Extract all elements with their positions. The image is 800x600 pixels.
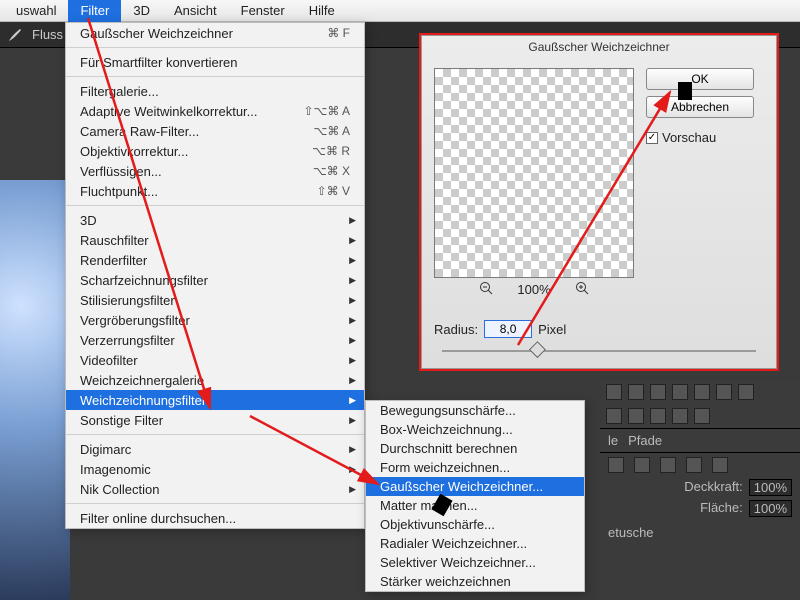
menu-item-verfluessigen[interactable]: Verflüssigen...⌥⌘ X (66, 161, 364, 181)
menubar-item-auswahl[interactable]: uswahl (4, 0, 68, 22)
panel-icon[interactable] (628, 384, 644, 400)
panel-icon[interactable] (716, 384, 732, 400)
submenu-item-matter-machen[interactable]: Matter machen... (366, 496, 584, 515)
menubar-item-hilfe[interactable]: Hilfe (297, 0, 347, 22)
submenu-item-objektivunschaerfe[interactable]: Objektivunschärfe... (366, 515, 584, 534)
opacity-value[interactable]: 100% (749, 479, 792, 496)
preview-checkbox[interactable]: ✓ Vorschau (646, 130, 754, 145)
menu-item-cameraraw[interactable]: Camera Raw-Filter...⌥⌘ A (66, 121, 364, 141)
dialog-title: Gaußscher Weichzeichner (422, 36, 776, 58)
menu-item-3d[interactable]: 3D (66, 210, 364, 230)
fill-value[interactable]: 100% (749, 500, 792, 517)
check-icon: ✓ (646, 132, 658, 144)
menubar-item-ansicht[interactable]: Ansicht (162, 0, 229, 22)
submenu-item-box-weichzeichnung[interactable]: Box-Weichzeichnung... (366, 420, 584, 439)
menu-item-renderfilter[interactable]: Renderfilter (66, 250, 364, 270)
radius-input[interactable] (484, 320, 532, 338)
panel-icon[interactable] (606, 384, 622, 400)
panel-tab-kanaele[interactable]: le (608, 433, 618, 448)
submenu-item-bewegungsunschaerfe[interactable]: Bewegungsunschärfe... (366, 401, 584, 420)
panel-icon[interactable] (712, 457, 728, 473)
panel-icon[interactable] (672, 384, 688, 400)
menu-item-digimarc[interactable]: Digimarc (66, 439, 364, 459)
zoom-in-icon[interactable] (575, 281, 589, 298)
slider-thumb-icon[interactable] (529, 341, 546, 358)
panel-icon[interactable] (628, 408, 644, 424)
panel-icon[interactable] (660, 457, 676, 473)
panel-icon[interactable] (650, 384, 666, 400)
filter-menu: Gaußscher Weichzeichner⌘ F Für Smartfilt… (65, 22, 365, 529)
menu-item-weitwinkel[interactable]: Adaptive Weitwinkelkorrektur...⇧⌥⌘ A (66, 101, 364, 121)
right-panel: le Pfade Deckkraft: 100% Fläche: 100% et… (600, 380, 800, 600)
zoom-out-icon[interactable] (479, 281, 493, 298)
dialog-preview[interactable] (434, 68, 634, 278)
submenu-item-radialer-weichzeichner[interactable]: Radialer Weichzeichner... (366, 534, 584, 553)
ok-button[interactable]: OK (646, 68, 754, 90)
menu-item-last-filter[interactable]: Gaußscher Weichzeichner⌘ F (66, 23, 364, 43)
weichzeichnungsfilter-submenu: Bewegungsunschärfe... Box-Weichzeichnung… (365, 400, 585, 592)
menu-item-objektivkorrektur[interactable]: Objektivkorrektur...⌥⌘ R (66, 141, 364, 161)
panel-icon[interactable] (694, 408, 710, 424)
menubar-item-filter[interactable]: Filter (68, 0, 121, 22)
opacity-label: Deckkraft: (684, 479, 743, 496)
submenu-item-selektiver-weichzeichner[interactable]: Selektiver Weichzeichner... (366, 553, 584, 572)
menu-item-scharfzeichnungsfilter[interactable]: Scharfzeichnungsfilter (66, 270, 364, 290)
brush-icon (6, 26, 24, 44)
radius-label: Radius: (434, 322, 478, 337)
options-flow-label: Fluss (32, 27, 63, 42)
panel-icon[interactable] (634, 457, 650, 473)
radius-unit: Pixel (538, 322, 566, 337)
menu-item-rauschfilter[interactable]: Rauschfilter (66, 230, 364, 250)
panel-icon[interactable] (608, 457, 624, 473)
menubar-item-fenster[interactable]: Fenster (229, 0, 297, 22)
submenu-item-gaussscher-weichzeichner[interactable]: Gaußscher Weichzeichner... (366, 477, 584, 496)
menu-item-filtergalerie[interactable]: Filtergalerie... (66, 81, 364, 101)
zoom-level: 100% (517, 282, 550, 297)
menu-item-nik-collection[interactable]: Nik Collection (66, 479, 364, 499)
menubar-item-3d[interactable]: 3D (121, 0, 162, 22)
submenu-item-durchschnitt[interactable]: Durchschnitt berechnen (366, 439, 584, 458)
fill-label: Fläche: (700, 500, 743, 517)
menu-item-videofilter[interactable]: Videofilter (66, 350, 364, 370)
annotation-frame: Gaußscher Weichzeichner 100% OK Abbreche… (419, 33, 779, 371)
menubar: uswahl Filter 3D Ansicht Fenster Hilfe (0, 0, 800, 22)
menu-item-smartfilter[interactable]: Für Smartfilter konvertieren (66, 52, 364, 72)
panel-icon[interactable] (694, 384, 710, 400)
layer-name[interactable]: etusche (600, 519, 800, 546)
gaussian-blur-dialog: Gaußscher Weichzeichner 100% OK Abbreche… (421, 35, 777, 369)
menu-item-fluchtpunkt[interactable]: Fluchtpunkt...⇧⌘ V (66, 181, 364, 201)
panel-icon[interactable] (686, 457, 702, 473)
preview-checkbox-label: Vorschau (662, 130, 716, 145)
submenu-item-staerker-weichzeichnen[interactable]: Stärker weichzeichnen (366, 572, 584, 591)
cancel-button[interactable]: Abbrechen (646, 96, 754, 118)
canvas-image (0, 180, 70, 600)
menu-item-filter-online[interactable]: Filter online durchsuchen... (66, 508, 364, 528)
menu-item-verzerrungsfilter[interactable]: Verzerrungsfilter (66, 330, 364, 350)
menu-item-weichzeichnergalerie[interactable]: Weichzeichnergalerie (66, 370, 364, 390)
menu-item-weichzeichnungsfilter[interactable]: Weichzeichnungsfilter (66, 390, 364, 410)
submenu-item-form-weichzeichnen[interactable]: Form weichzeichnen... (366, 458, 584, 477)
panel-icon[interactable] (650, 408, 666, 424)
panel-icon[interactable] (672, 408, 688, 424)
panel-icon[interactable] (738, 384, 754, 400)
menu-item-imagenomic[interactable]: Imagenomic (66, 459, 364, 479)
menu-item-stilisierungsfilter[interactable]: Stilisierungsfilter (66, 290, 364, 310)
panel-tab-pfade[interactable]: Pfade (628, 433, 662, 448)
panel-icon[interactable] (606, 408, 622, 424)
menu-item-vergroeberungsfilter[interactable]: Vergröberungsfilter (66, 310, 364, 330)
menu-item-sonstige-filter[interactable]: Sonstige Filter (66, 410, 364, 430)
radius-slider[interactable] (442, 344, 756, 358)
